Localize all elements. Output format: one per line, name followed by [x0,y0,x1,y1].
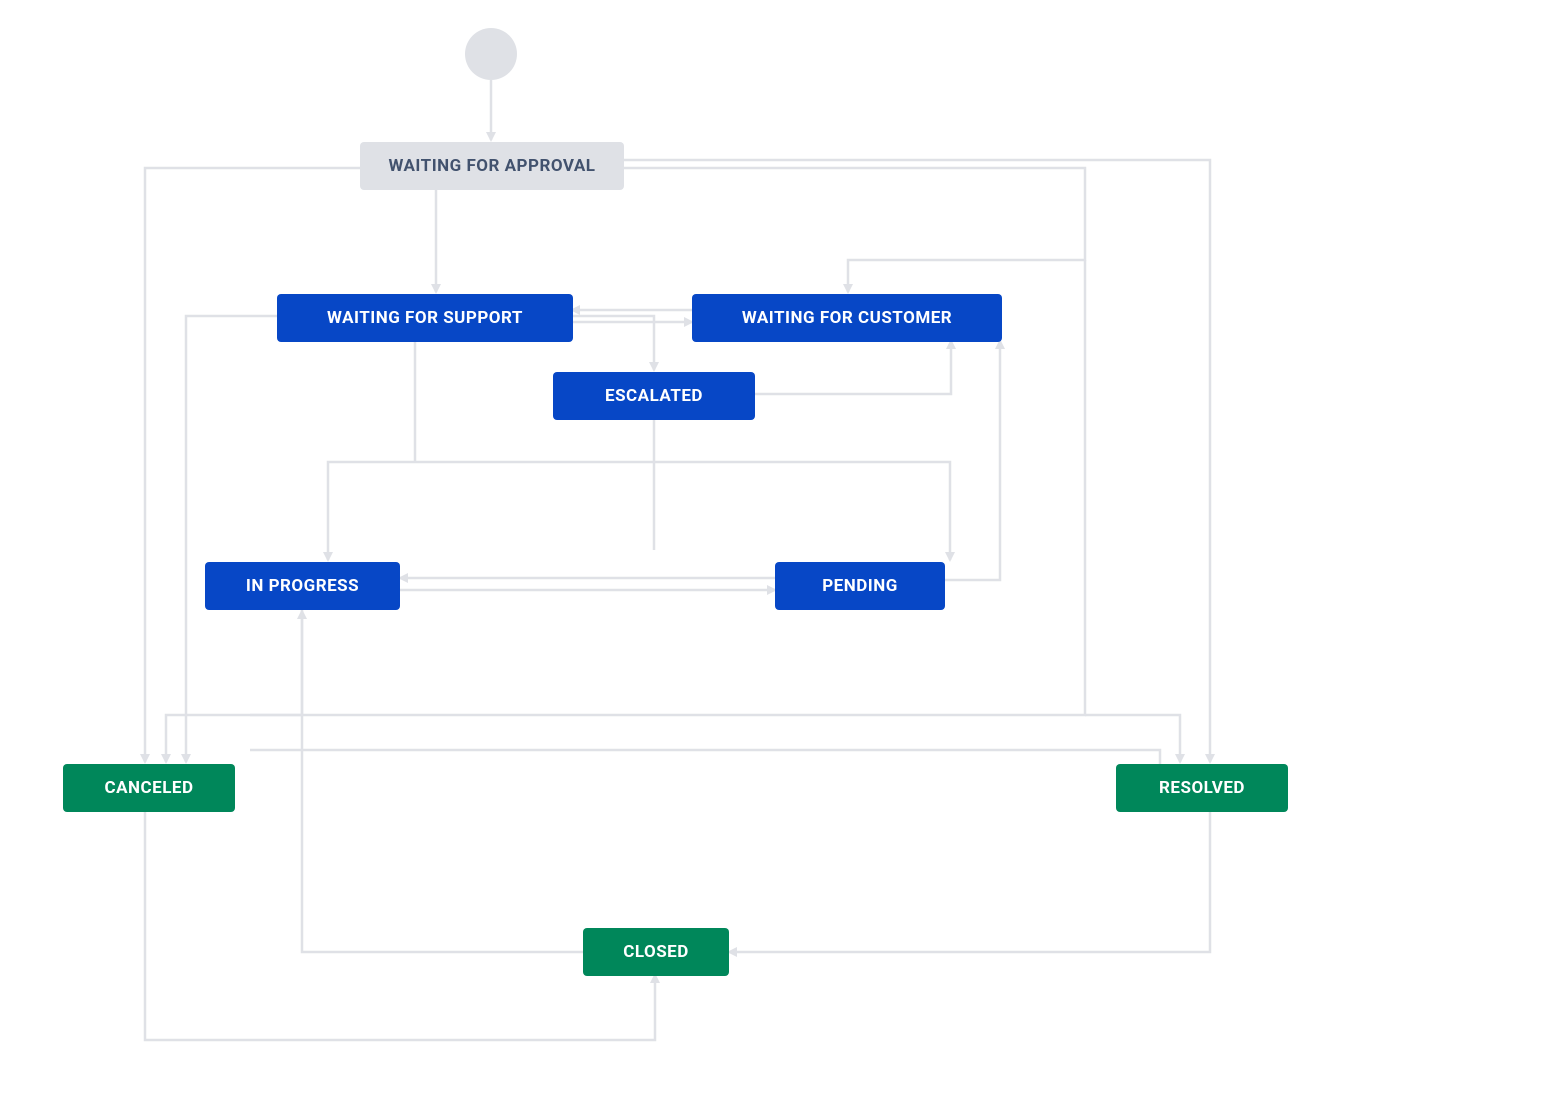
node-label: PENDING [822,576,898,596]
edges-layer [0,0,1558,1104]
node-label: CLOSED [623,942,689,962]
node-label: WAITING FOR CUSTOMER [742,308,952,328]
node-label: CANCELED [104,778,193,798]
node-label: RESOLVED [1159,778,1245,798]
node-closed[interactable]: CLOSED [583,928,729,976]
start-node [465,28,517,80]
node-waiting-for-customer[interactable]: WAITING FOR CUSTOMER [692,294,1002,342]
node-escalated[interactable]: ESCALATED [553,372,755,420]
node-label: IN PROGRESS [246,576,359,596]
node-waiting-for-approval[interactable]: WAITING FOR APPROVAL [360,142,624,190]
node-resolved[interactable]: RESOLVED [1116,764,1288,812]
node-pending[interactable]: PENDING [775,562,945,610]
node-in-progress[interactable]: IN PROGRESS [205,562,400,610]
node-canceled[interactable]: CANCELED [63,764,235,812]
node-label: ESCALATED [605,386,703,406]
workflow-diagram: WAITING FOR APPROVAL WAITING FOR SUPPORT… [0,0,1558,1104]
node-label: WAITING FOR SUPPORT [327,308,523,328]
node-waiting-for-support[interactable]: WAITING FOR SUPPORT [277,294,573,342]
node-label: WAITING FOR APPROVAL [388,156,595,176]
